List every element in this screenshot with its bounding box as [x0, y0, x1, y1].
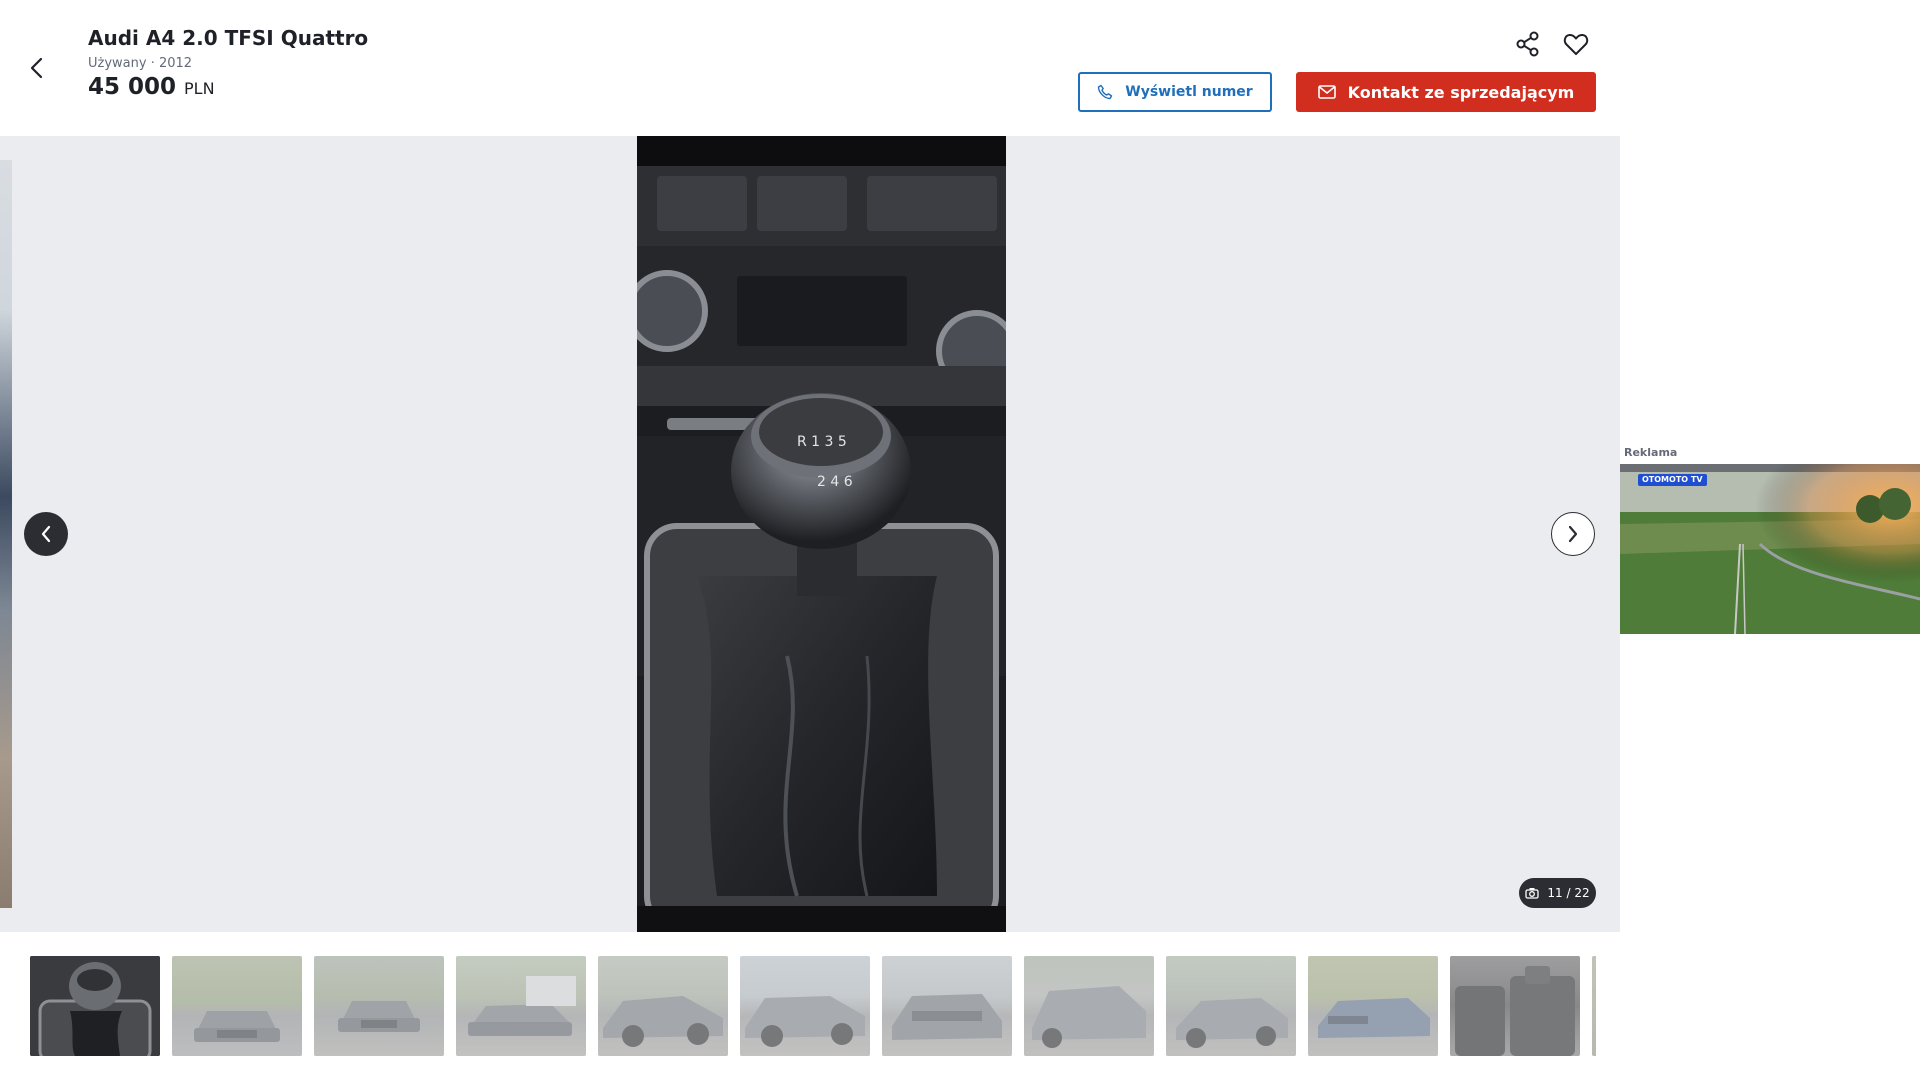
svg-text:2 4 6: 2 4 6	[817, 474, 853, 490]
thumbnail-image	[468, 976, 576, 1036]
thumbnail-image	[1176, 998, 1288, 1048]
mail-icon	[1317, 85, 1336, 99]
thumbnail-7[interactable]	[882, 956, 1012, 1056]
previous-photo-peek[interactable]	[0, 160, 12, 908]
listing-title: Audi A4 2.0 TFSI Quattro	[88, 26, 369, 50]
ad-video-frame	[1620, 464, 1920, 634]
price-value: 45 000	[88, 74, 177, 100]
show-number-button[interactable]: Wyświetl numer	[1078, 72, 1272, 112]
camera-icon	[1525, 888, 1540, 899]
thumbnail-5[interactable]	[598, 956, 728, 1056]
chevron-right-icon	[1568, 525, 1578, 543]
gear-knob-photo: R 1 3 5 2 4 6	[637, 136, 1006, 932]
thumbnail-6[interactable]	[740, 956, 870, 1056]
share-icon[interactable]	[1514, 30, 1542, 58]
thumbnail-4[interactable]	[456, 956, 586, 1056]
thumbnail-2[interactable]	[172, 956, 302, 1056]
price-currency: PLN	[184, 79, 215, 98]
heart-icon[interactable]	[1562, 30, 1590, 58]
price: 45 000 PLN	[88, 74, 215, 100]
thumbnail-1[interactable]	[30, 956, 160, 1056]
thumbnail-8[interactable]	[1024, 956, 1154, 1056]
thumbnail-11[interactable]	[1450, 956, 1580, 1056]
thumbnail-image	[745, 996, 865, 1047]
next-photo-button[interactable]	[1551, 512, 1595, 556]
thumbnail-3[interactable]	[314, 956, 444, 1056]
main-photo[interactable]: R 1 3 5 2 4 6	[637, 136, 1006, 932]
back-arrow-icon	[30, 57, 43, 79]
photo-gallery: R 1 3 5 2 4 6 11 / 22	[0, 136, 1620, 932]
ad-video[interactable]: OTOMOTO TV	[1620, 464, 1920, 634]
svg-text:R 1 3 5: R 1 3 5	[797, 434, 847, 450]
show-number-label: Wyświetl numer	[1125, 84, 1253, 100]
thumbnail-9[interactable]	[1166, 956, 1296, 1056]
thumbnail-image	[1318, 998, 1430, 1038]
listing-meta: Używany · 2012	[88, 56, 193, 71]
thumbnail-12[interactable]	[1592, 956, 1596, 1056]
listing-header: Audi A4 2.0 TFSI Quattro Używany · 2012 …	[0, 0, 1620, 136]
advertisement: Reklama OTOMOTO TV	[1620, 446, 1920, 636]
photo-counter: 11 / 22	[1519, 878, 1596, 908]
thumbnail-strip	[30, 956, 1596, 1056]
contact-seller-label: Kontakt ze sprzedającym	[1347, 82, 1575, 102]
contact-seller-button[interactable]: Kontakt ze sprzedającym	[1296, 72, 1596, 112]
thumbnail-image	[30, 956, 160, 1056]
thumbnail-image	[338, 1001, 420, 1032]
thumbnail-image	[603, 996, 723, 1047]
thumbnail-image	[194, 1011, 280, 1042]
chevron-left-icon	[41, 525, 51, 543]
ad-label: Reklama	[1624, 446, 1678, 459]
back-button[interactable]	[20, 48, 52, 88]
phone-icon	[1098, 84, 1113, 100]
previous-photo-button[interactable]	[24, 512, 68, 556]
thumbnail-10[interactable]	[1308, 956, 1438, 1056]
thumbnail-image	[1032, 986, 1146, 1048]
thumbnail-image	[892, 994, 1002, 1040]
thumbnail-image	[1455, 966, 1575, 1056]
photo-counter-text: 11 / 22	[1547, 886, 1590, 900]
ad-badge: OTOMOTO TV	[1638, 474, 1707, 486]
